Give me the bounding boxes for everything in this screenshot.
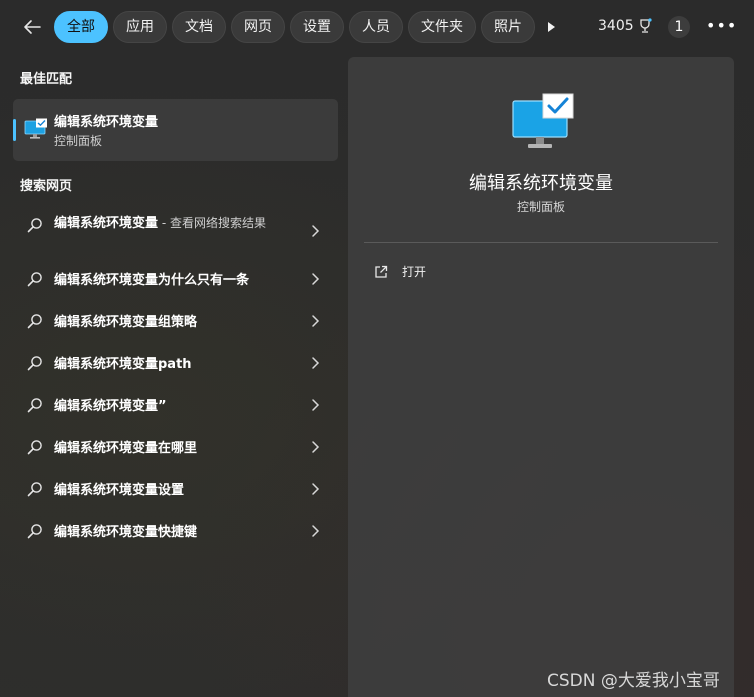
system-properties-icon	[512, 93, 574, 148]
arrow-left-icon	[24, 20, 41, 34]
chevron-right-icon	[312, 441, 320, 453]
search-suggestion: 编辑系统环境变量在哪里	[54, 441, 198, 456]
system-properties-icon	[24, 118, 47, 139]
search-icon	[27, 356, 42, 371]
search-icon	[27, 398, 42, 413]
top-bar: 全部 应用 文档 网页 设置 人员 文件夹 照片 3405 1 •••	[0, 0, 754, 54]
detail-title: 编辑系统环境变量	[469, 173, 613, 194]
chevron-right-icon	[312, 525, 320, 537]
list-item[interactable]: 编辑系统环境变量 - 查看网络搜索结果	[13, 203, 338, 258]
tab-all[interactable]: 全部	[54, 11, 108, 43]
rewards-points[interactable]: 3405	[598, 18, 653, 34]
chevron-right-icon	[312, 399, 320, 411]
search-suggestion: 编辑系统环境变量path	[54, 357, 192, 372]
list-item[interactable]: 编辑系统环境变量快捷键	[13, 510, 338, 552]
best-match-title: 最佳匹配	[20, 72, 73, 87]
list-item[interactable]: 编辑系统环境变量在哪里	[13, 426, 338, 468]
open-label: 打开	[402, 265, 427, 279]
chevron-right-icon	[312, 315, 320, 327]
detail-pane: 编辑系统环境变量 控制面板 打开	[348, 57, 734, 697]
list-item[interactable]: 编辑系统环境变量path	[13, 342, 338, 384]
watermark: CSDN @大爱我小宝哥	[547, 671, 720, 691]
divider	[364, 242, 718, 243]
search-suggestion: 编辑系统环境变量快捷键	[54, 525, 198, 540]
detail-subtitle: 控制面板	[516, 200, 565, 214]
more-tabs-button[interactable]	[540, 17, 562, 37]
search-suggestion: 编辑系统环境变量为什么只有一条	[54, 273, 250, 288]
filter-tabs: 全部 应用 文档 网页 设置 人员 文件夹 照片	[54, 11, 535, 43]
chevron-right-icon	[312, 225, 320, 237]
search-suggestion: 编辑系统环境变量 - 查看网络搜索结果	[54, 216, 266, 231]
points-value: 3405	[598, 18, 634, 34]
open-action[interactable]: 打开	[374, 263, 426, 280]
tab-people[interactable]: 人员	[349, 11, 403, 43]
search-suggestion: 编辑系统环境变量设置	[54, 483, 185, 498]
open-external-icon	[375, 265, 388, 278]
tab-apps[interactable]: 应用	[113, 11, 167, 43]
search-icon	[27, 482, 42, 497]
ellipsis-icon: •••	[706, 16, 738, 35]
list-item[interactable]: 编辑系统环境变量设置	[13, 468, 338, 510]
best-match-subtitle: 控制面板	[54, 134, 103, 148]
chevron-right-icon	[312, 483, 320, 495]
tab-documents[interactable]: 文档	[172, 11, 226, 43]
back-button[interactable]	[16, 12, 48, 42]
list-item[interactable]: 编辑系统环境变量组策略	[13, 300, 338, 342]
trophy-icon	[639, 18, 652, 33]
tab-settings[interactable]: 设置	[290, 11, 344, 43]
search-icon	[27, 272, 42, 287]
search-icon	[27, 440, 42, 455]
tab-photos[interactable]: 照片	[481, 11, 535, 43]
search-suggestion: 编辑系统环境变量组策略	[54, 315, 198, 330]
list-item[interactable]: 编辑系统环境变量”	[13, 384, 338, 426]
best-match-name: 编辑系统环境变量	[54, 115, 159, 130]
selection-indicator	[13, 119, 16, 141]
tab-web[interactable]: 网页	[231, 11, 285, 43]
more-options-button[interactable]: •••	[706, 17, 736, 37]
tab-folders[interactable]: 文件夹	[408, 11, 476, 43]
account-badge[interactable]: 1	[668, 16, 690, 38]
search-icon	[27, 524, 42, 539]
chevron-right-icon	[312, 273, 320, 285]
search-suggestion: 编辑系统环境变量”	[54, 399, 167, 414]
play-icon	[548, 22, 555, 32]
best-match-item[interactable]: 编辑系统环境变量 控制面板	[13, 99, 338, 161]
search-icon	[27, 218, 42, 233]
list-item[interactable]: 编辑系统环境变量为什么只有一条	[13, 258, 338, 300]
search-icon	[27, 314, 42, 329]
web-search-title: 搜索网页	[20, 179, 73, 194]
chevron-right-icon	[312, 357, 320, 369]
web-search-list: 编辑系统环境变量 - 查看网络搜索结果 编辑系统环境变量为什么只有一条 编辑系统…	[13, 203, 338, 552]
